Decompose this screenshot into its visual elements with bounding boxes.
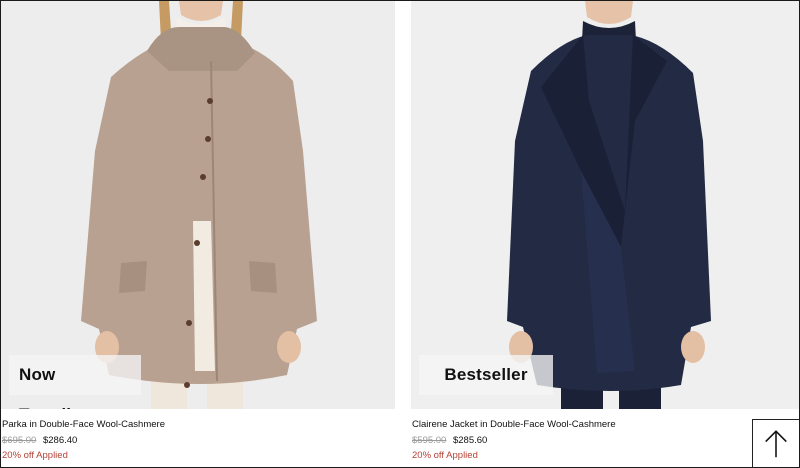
product-image[interactable]: Bestseller bbox=[411, 1, 799, 409]
product-name[interactable]: Parka in Double-Face Wool-Cashmere bbox=[2, 417, 382, 433]
product-grid-viewport: Now Trending Parka in Double-Face Wool-C… bbox=[0, 0, 800, 468]
original-price: $595.00 bbox=[412, 434, 447, 446]
navy-jacket-illustration bbox=[411, 1, 799, 409]
arrow-up-icon bbox=[765, 430, 787, 458]
product-name[interactable]: Clairene Jacket in Double-Face Wool-Cash… bbox=[412, 417, 792, 433]
product-card[interactable]: Bestseller Clairene Jacket in Double-Fac… bbox=[411, 1, 799, 467]
sale-price: $285.60 bbox=[452, 434, 488, 446]
product-badge: Bestseller bbox=[419, 355, 553, 395]
promo-label: 20% off Applied bbox=[2, 450, 68, 461]
original-price: $695.00 bbox=[2, 434, 37, 446]
product-grid: Now Trending Parka in Double-Face Wool-C… bbox=[1, 1, 799, 467]
sale-price: $286.40 bbox=[42, 434, 78, 446]
scroll-to-top-button[interactable] bbox=[752, 419, 799, 467]
product-prices: $695.00 $286.40 bbox=[2, 433, 382, 449]
product-badge: Now Trending bbox=[9, 355, 141, 409]
product-image[interactable]: Now Trending bbox=[1, 1, 395, 409]
product-prices: $595.00 $285.60 bbox=[412, 433, 792, 449]
product-info: Clairene Jacket in Double-Face Wool-Cash… bbox=[412, 417, 792, 464]
product-card[interactable]: Now Trending Parka in Double-Face Wool-C… bbox=[1, 1, 395, 467]
promo-label: 20% off Applied bbox=[412, 450, 478, 461]
product-info: Parka in Double-Face Wool-Cashmere $695.… bbox=[2, 417, 382, 464]
beige-parka-illustration bbox=[1, 1, 395, 409]
